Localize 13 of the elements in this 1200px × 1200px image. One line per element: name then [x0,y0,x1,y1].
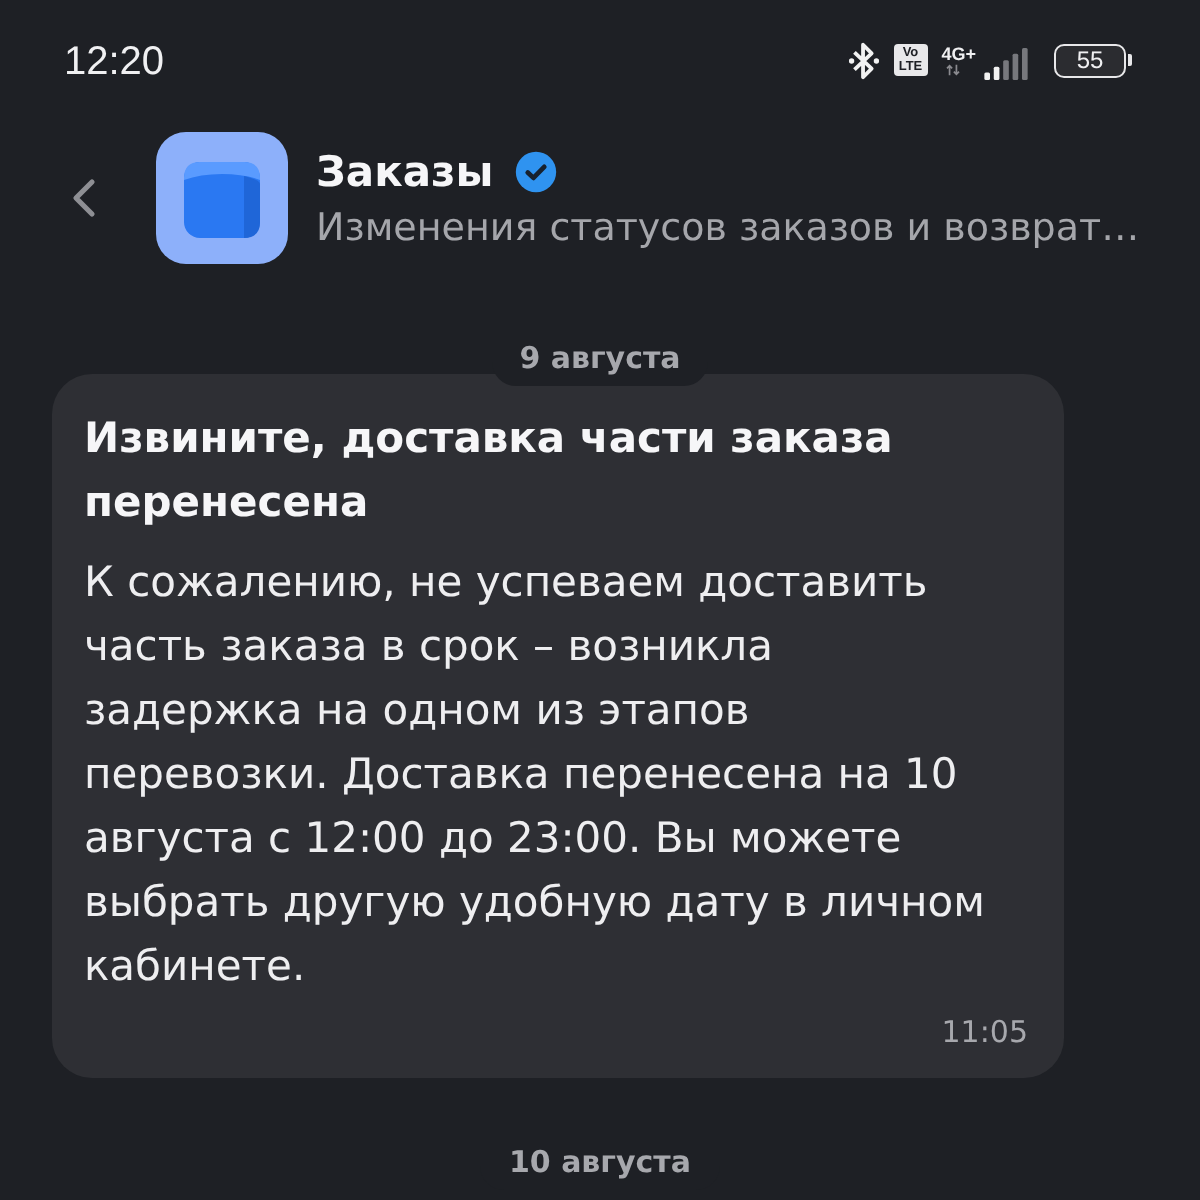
data-arrows-icon [945,64,960,76]
channel-title: Заказы [316,147,494,195]
message-title: Извините, доставка части заказа перенесена [84,412,895,530]
back-icon[interactable] [72,178,96,218]
channel-subtitle: Изменения статусов заказов и возврат… [316,205,1140,249]
signal-icon [984,47,1028,79]
bluetooth-icon [847,39,880,81]
network-type-label: 4G+ [941,44,976,64]
status-time: 12:20 [64,39,165,85]
message-text: К сожалению, не успеваем доставить часть заказа в срок – возникла задержка на одном из этапов перевозки. Доставка перенесена на 10 августа с 12:00 до 23:00. Вы можете выбрать другую удобную дату в личном кабинете. [84,556,987,994]
battery-indicator: 55 [1054,43,1132,77]
message-time: 11:05 [941,1014,1028,1050]
cube-icon [156,132,288,264]
